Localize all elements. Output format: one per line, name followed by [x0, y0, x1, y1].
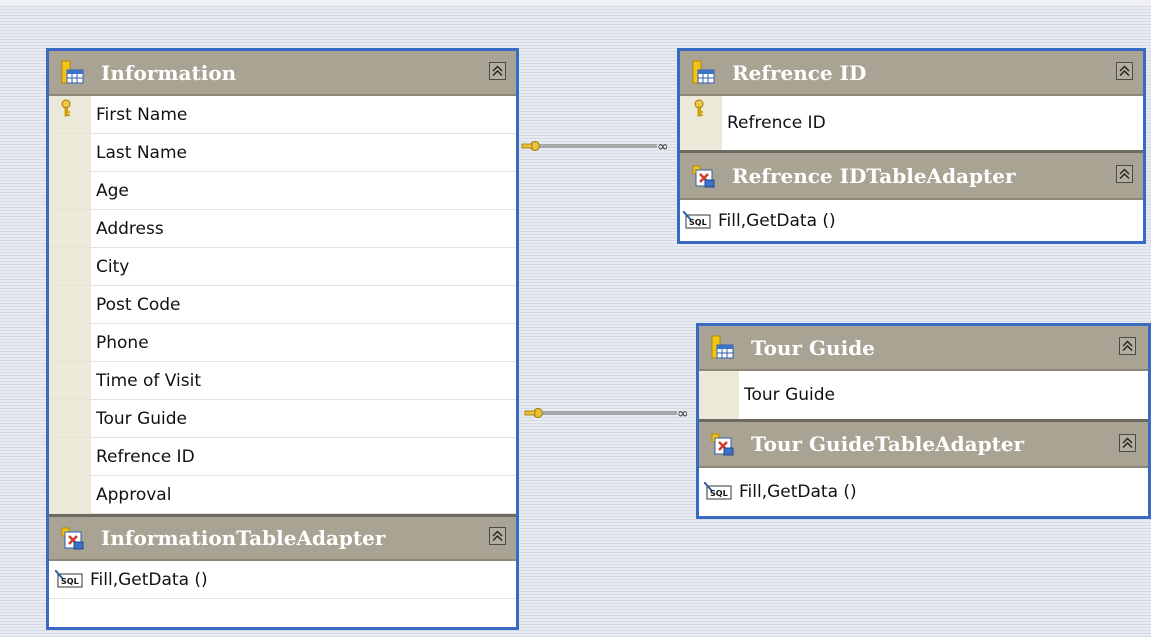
field-name: Age: [96, 180, 129, 201]
field-name: Approval: [96, 484, 172, 505]
row-gutter: [49, 172, 91, 209]
collapse-icon[interactable]: [489, 527, 506, 545]
table-title: Tour Guide: [751, 335, 875, 360]
adapter-title: InformationTableAdapter: [101, 526, 386, 550]
adapter-method: Fill,GetData (): [90, 569, 208, 590]
field-row-age[interactable]: Age: [49, 172, 516, 210]
tour-guide-table[interactable]: Tour Guide Tour Guide Tour GuideTableAda…: [696, 323, 1151, 519]
sql-query-icon: SQL: [55, 569, 83, 587]
refrence-id-header[interactable]: Refrence ID: [680, 51, 1143, 96]
field-name: Address: [96, 218, 164, 239]
table-adapter-icon: [711, 431, 735, 457]
field-name: Last Name: [96, 142, 187, 163]
refrence-id-adapter-header[interactable]: Refrence IDTableAdapter: [680, 153, 1143, 200]
svg-text:SQL: SQL: [689, 218, 707, 227]
information-table[interactable]: Information First Name Last Name Age Add…: [46, 48, 519, 630]
row-gutter: [49, 476, 91, 513]
table-title: Information: [101, 60, 237, 85]
field-name: Tour Guide: [744, 385, 835, 405]
collapse-icon[interactable]: [1119, 434, 1136, 452]
table-icon: [711, 335, 735, 361]
row-gutter: [49, 210, 91, 247]
collapse-icon[interactable]: [1116, 62, 1133, 80]
field-name: Post Code: [96, 294, 181, 315]
relation-information-tour-guide[interactable]: ∞: [519, 403, 699, 423]
svg-text:SQL: SQL: [61, 577, 79, 586]
information-adapter-header[interactable]: InformationTableAdapter: [49, 517, 516, 561]
field-name: Tour Guide: [96, 408, 187, 429]
relation-information-refrence-id[interactable]: ∞: [519, 136, 679, 156]
collapse-icon[interactable]: [489, 62, 506, 80]
field-row-post-code[interactable]: Post Code: [49, 286, 516, 324]
infinity-icon: ∞: [657, 139, 669, 155]
field-name: Refrence ID: [96, 446, 195, 467]
row-gutter: [680, 96, 722, 150]
field-row-tour-guide[interactable]: Tour Guide: [49, 400, 516, 438]
field-row-last-name[interactable]: Last Name: [49, 134, 516, 172]
row-gutter: [49, 286, 91, 323]
tour-guide-adapter-header[interactable]: Tour GuideTableAdapter: [699, 422, 1148, 468]
field-row-refrence-id[interactable]: Refrence ID: [49, 438, 516, 476]
row-gutter: [49, 96, 91, 133]
collapse-icon[interactable]: [1119, 337, 1136, 355]
field-name: Phone: [96, 332, 149, 353]
key-icon: [521, 141, 540, 151]
row-gutter: [49, 362, 91, 399]
table-title: Refrence ID: [732, 60, 867, 85]
sql-query-icon: SQL: [704, 482, 732, 500]
table-icon: [61, 60, 85, 86]
field-row-approval[interactable]: Approval: [49, 476, 516, 514]
information-header[interactable]: Information: [49, 51, 516, 96]
adapter-title: Refrence IDTableAdapter: [732, 163, 1016, 188]
field-row-tour-guide[interactable]: Tour Guide: [699, 371, 1148, 419]
canvas-top-strip: [0, 0, 1151, 6]
information-field-list: First Name Last Name Age Address City Po…: [49, 96, 516, 514]
table-adapter-icon: [61, 525, 85, 551]
adapter-method: Fill,GetData (): [718, 210, 836, 231]
svg-text:SQL: SQL: [710, 489, 728, 498]
field-name: Refrence ID: [727, 113, 826, 133]
row-gutter: [49, 248, 91, 285]
key-icon: [524, 408, 543, 418]
primary-key-icon: [694, 99, 704, 117]
field-row-time-of-visit[interactable]: Time of Visit: [49, 362, 516, 400]
collapse-icon[interactable]: [1116, 165, 1133, 183]
table-adapter-icon: [692, 163, 716, 189]
row-gutter: [49, 438, 91, 475]
adapter-method-row[interactable]: SQL Fill,GetData (): [699, 468, 1148, 516]
row-gutter: [49, 400, 91, 437]
field-row-city[interactable]: City: [49, 248, 516, 286]
field-name: First Name: [96, 104, 188, 125]
field-row-address[interactable]: Address: [49, 210, 516, 248]
field-name: City: [96, 256, 130, 277]
field-name: Time of Visit: [96, 370, 202, 391]
row-gutter: [49, 324, 91, 361]
field-row-phone[interactable]: Phone: [49, 324, 516, 362]
row-gutter: [49, 134, 91, 171]
adapter-method: Fill,GetData (): [739, 482, 857, 502]
table-icon: [692, 60, 716, 86]
adapter-method-row[interactable]: SQL Fill,GetData (): [49, 561, 516, 599]
row-gutter: [699, 371, 739, 419]
primary-key-icon: [61, 99, 71, 117]
adapter-title: Tour GuideTableAdapter: [751, 432, 1025, 456]
field-row-refrence-id[interactable]: Refrence ID: [680, 96, 1143, 150]
tour-guide-header[interactable]: Tour Guide: [699, 326, 1148, 371]
infinity-icon: ∞: [677, 406, 689, 422]
sql-query-icon: SQL: [683, 210, 711, 228]
adapter-method-row[interactable]: SQL Fill,GetData (): [680, 200, 1143, 241]
field-row-first-name[interactable]: First Name: [49, 96, 516, 134]
refrence-id-table[interactable]: Refrence ID Refrence ID Refrence IDTable…: [677, 48, 1146, 244]
